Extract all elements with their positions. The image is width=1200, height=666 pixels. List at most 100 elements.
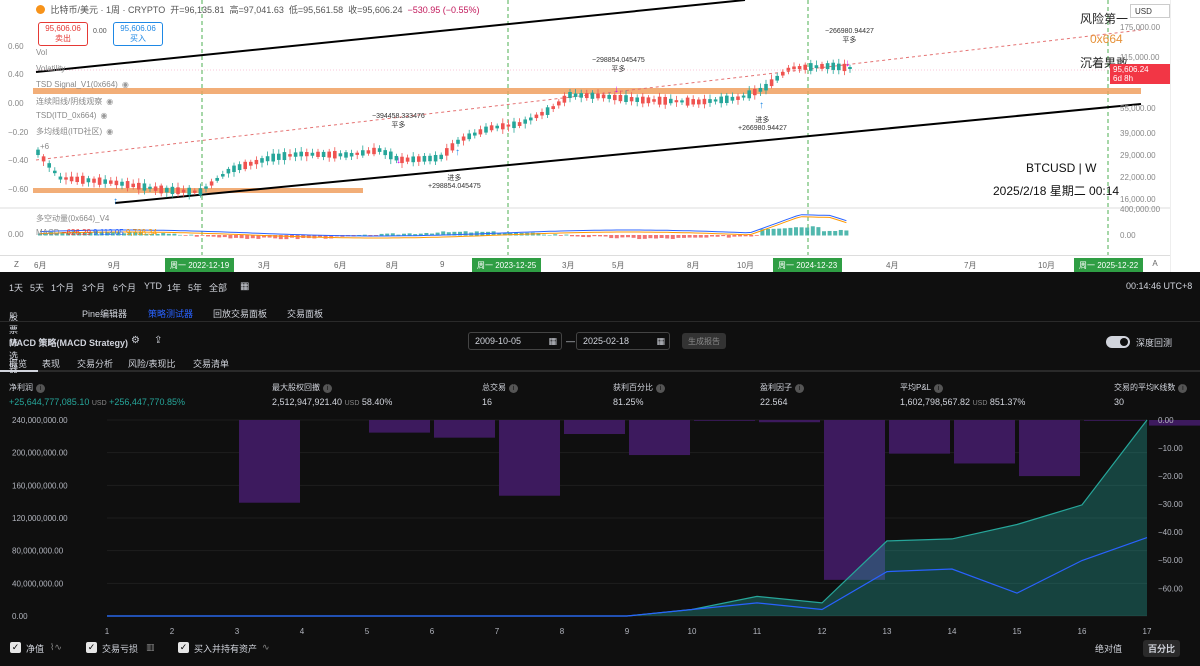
macd-bar <box>463 231 468 236</box>
macd-bar <box>827 230 832 236</box>
timeframe-1d[interactable]: 1天 <box>9 281 23 294</box>
buy-button[interactable]: 95,606.06 买入 <box>113 22 163 46</box>
x-tick: 10 <box>688 627 697 636</box>
legend-macd[interactable]: MACD −626.29 9,112.05 9,738.34 <box>36 228 157 237</box>
trade-loss-checkbox[interactable]: ✓ <box>86 642 97 653</box>
buy-hold-checkbox[interactable]: ✓ <box>178 642 189 653</box>
eye-icon[interactable]: ◉ <box>122 80 129 89</box>
legend-tsd[interactable]: TSD(ITD_0x664) ◉ <box>36 111 107 120</box>
trade-loss-bar <box>694 420 755 421</box>
trade-annotation: 进多 +266980.94427 <box>738 117 787 132</box>
candle-body <box>305 152 309 157</box>
candle-body <box>249 161 253 166</box>
legend-momentum[interactable]: 多空动量(0x664)_V4 <box>36 213 109 224</box>
buy-hold-label: 买入并持有资产 <box>194 644 258 654</box>
price-chart-canvas: ↑ ↓ ↑ ↓ ↑ ↓ <box>0 0 1170 255</box>
sell-button[interactable]: 95,606.06 卖出 <box>38 22 88 46</box>
candle-body <box>265 156 270 162</box>
tab-replay-panel[interactable]: 回放交易面板 <box>213 307 267 320</box>
strategy-name[interactable]: MACD 策略(MACD Strategy) <box>9 336 128 349</box>
candle-body <box>181 189 186 193</box>
macd-bar <box>833 231 838 236</box>
candle-body <box>193 190 197 193</box>
metric-avg-bars: 交易的平均K线数 i 30 <box>1114 382 1188 407</box>
line-icon: ⌇∿ <box>50 642 62 652</box>
performance-chart[interactable]: 240,000,000.00200,000,000.00160,000,000.… <box>0 410 1200 638</box>
macd-bar <box>670 235 675 239</box>
candle-body <box>92 178 96 183</box>
performance-legend: ✓ 净值 ⌇∿ ✓ 交易亏损 ▥ ✓ 买入并持有资产 ∿ 绝对值 百分比 <box>0 638 1200 660</box>
tab-pine-editor[interactable]: Pine编辑器 <box>82 307 127 320</box>
share-icon[interactable]: ⇪ <box>154 335 162 346</box>
generate-report-button[interactable]: 生成报告 <box>682 333 726 349</box>
timeframe-3m[interactable]: 3个月 <box>82 281 105 294</box>
subtab-trade-list[interactable]: 交易清单 <box>193 357 229 370</box>
candle-body <box>321 151 326 158</box>
symbol-name[interactable]: 比特币/美元 · 1周 · CRYPTO <box>51 5 166 15</box>
timeframe-1y[interactable]: 1年 <box>167 281 181 294</box>
x-tick: 17 <box>1143 627 1152 636</box>
deep-backtest-toggle[interactable] <box>1106 336 1130 348</box>
tab-strategy-tester[interactable]: 策略测试器 <box>148 307 193 320</box>
eye-icon[interactable]: ◉ <box>106 97 113 106</box>
info-icon: i <box>934 384 944 393</box>
candle-body <box>758 87 763 92</box>
candle-body <box>377 148 382 152</box>
legend-consecutive[interactable]: 连续阳线/阴线观察 ◉ <box>36 96 113 107</box>
chart-header: 比特币/美元 · 1周 · CRYPTO 开=96,135.81 高=97,04… <box>36 3 480 16</box>
legend-ma-group[interactable]: 多均线组(ITD社区) ◉ <box>36 126 113 137</box>
candle-body <box>781 72 785 76</box>
legend-tsd-signal[interactable]: TSD Signal_V1(0x664) ◉ <box>36 80 129 89</box>
equity-checkbox[interactable]: ✓ <box>10 642 21 653</box>
timeframe-1m[interactable]: 1个月 <box>51 281 74 294</box>
trade-loss-bar <box>369 420 430 433</box>
eye-icon[interactable]: ◉ <box>106 127 113 136</box>
price-chart[interactable]: ↑ ↓ ↑ ↓ ↑ ↓ 比特币/美元 · 1周 · CRYPTO 开=96,13… <box>0 0 1200 272</box>
macd-bar <box>239 235 244 239</box>
timeframe-ytd[interactable]: YTD <box>144 281 162 291</box>
candle-body <box>310 152 315 156</box>
eye-icon[interactable]: ◉ <box>100 111 107 120</box>
subtab-risk-ratio[interactable]: 风险/表现比 <box>128 357 176 370</box>
candle-body <box>433 154 438 162</box>
candle-body <box>137 182 141 190</box>
time-axis[interactable]: Z 6月 9月 周一 2022-12-19 3月 6月 8月 9 周一 2023… <box>0 255 1170 272</box>
candle-body <box>41 156 46 162</box>
price-scale[interactable]: 175,000.00 115,000.00 55,000.00 39,000.0… <box>1110 0 1170 255</box>
tab-trading-panel[interactable]: 交易面板 <box>287 307 323 320</box>
x-tick: 14 <box>948 627 957 636</box>
date-from-input[interactable]: 2009-10-05 ▦ <box>468 332 562 350</box>
absolute-toggle[interactable]: 绝对值 <box>1090 640 1127 657</box>
percent-toggle[interactable]: 百分比 <box>1143 640 1181 657</box>
date-separator: — <box>566 336 575 346</box>
candle-body <box>579 93 583 98</box>
clock[interactable]: 00:14:46 UTC+8 <box>1126 281 1192 291</box>
spread-value: 0.00 <box>93 28 107 35</box>
date-range-icon[interactable]: ▦ <box>240 281 249 292</box>
axis-z-label: Z <box>14 260 19 269</box>
candle-body <box>478 129 483 135</box>
candle-body <box>713 99 718 102</box>
settings-icon[interactable]: ⚙ <box>131 335 140 346</box>
timeframe-5d[interactable]: 5天 <box>30 281 44 294</box>
timeframe-6m[interactable]: 6个月 <box>113 281 136 294</box>
x-tick: 8 <box>560 627 565 636</box>
macd-bar <box>838 229 843 236</box>
subtab-trade-analysis[interactable]: 交易分析 <box>77 357 113 370</box>
timeframe-all[interactable]: 全部 <box>209 281 227 294</box>
candle-body <box>260 158 264 163</box>
candle-body <box>159 185 163 194</box>
legend-volatility[interactable]: Volatility <box>36 64 65 73</box>
y-right-tick: 0.00 <box>1158 416 1174 425</box>
macd-bar <box>614 235 619 239</box>
subtab-performance[interactable]: 表现 <box>42 357 60 370</box>
subtab-overview[interactable]: 概览 <box>9 357 27 370</box>
macd-bar <box>816 227 821 236</box>
macd-bar <box>777 228 782 236</box>
date-to-input[interactable]: 2025-02-18 ▦ <box>576 332 670 350</box>
candle-body <box>529 117 533 121</box>
legend-vol[interactable]: Vol <box>36 48 47 57</box>
timeframe-5y[interactable]: 5年 <box>188 281 202 294</box>
candle-body <box>221 174 225 177</box>
axis-a-label[interactable]: A <box>1140 259 1170 268</box>
